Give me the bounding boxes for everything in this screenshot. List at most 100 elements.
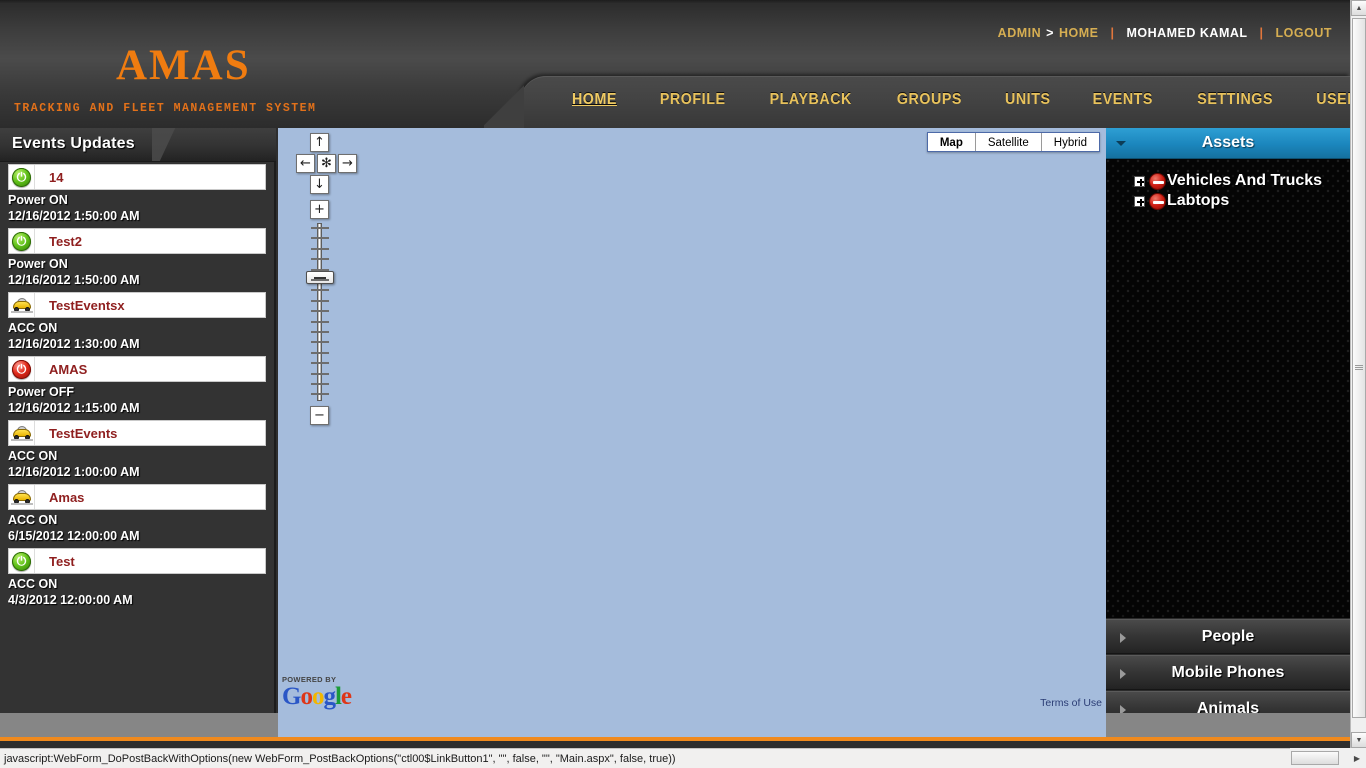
- event-entry: TestEvents ACC ON 12/16/2012 1:00:00 AM: [0, 420, 274, 482]
- brand-tagline: TRACKING AND FLEET MANAGEMENT SYSTEM: [14, 102, 317, 115]
- event-name: Amas: [49, 489, 85, 505]
- map-canvas[interactable]: Map Satellite Hybrid ↑ ← ✻ → ↓ + − POWER…: [278, 128, 1106, 713]
- vertical-scrollbar[interactable]: ▲ ▼: [1350, 0, 1366, 748]
- accordion-label: People: [1201, 627, 1255, 645]
- assets-panel-header[interactable]: Assets: [1106, 128, 1350, 159]
- main-nav-container: HOME PROFILE PLAYBACK GROUPS UNITS EVENT…: [484, 76, 1350, 128]
- event-time: 12/16/2012 1:50:00 AM: [8, 209, 140, 223]
- breadcrumb-home[interactable]: HOME: [1059, 26, 1099, 40]
- nav-item-units[interactable]: UNITS: [1005, 91, 1051, 110]
- zoom-slider-tick: [311, 247, 329, 250]
- events-updates-tab[interactable]: Events Updates: [0, 128, 276, 162]
- google-attribution: POWERED BY Google: [282, 675, 352, 709]
- event-entry: ⏻ Test2 Power ON 12/16/2012 1:50:00 AM: [0, 228, 274, 290]
- terms-of-use-link[interactable]: Terms of Use: [1040, 697, 1102, 709]
- browser-status-bar: javascript:WebForm_DoPostBackWithOptions…: [0, 748, 1366, 768]
- event-status: ACC ON: [8, 577, 58, 591]
- event-name: AMAS: [49, 361, 88, 377]
- nav-item-groups[interactable]: GROUPS: [897, 91, 962, 110]
- nav-item-users[interactable]: USERS: [1316, 91, 1350, 110]
- scroll-right-icon[interactable]: ▶: [1349, 751, 1365, 765]
- map-type-hybrid[interactable]: Hybrid: [1041, 133, 1099, 151]
- event-time: 12/16/2012 1:00:00 AM: [8, 465, 140, 479]
- nav-item-settings[interactable]: SETTINGS: [1197, 91, 1273, 110]
- breadcrumb-admin[interactable]: ADMIN: [998, 26, 1041, 40]
- zoom-in-button[interactable]: +: [310, 200, 329, 219]
- event-name: Test: [49, 553, 75, 569]
- list-item[interactable]: TestEvents: [8, 420, 266, 446]
- tree-item-labtops[interactable]: Labtops: [1106, 191, 1350, 211]
- list-item[interactable]: TestEventsx: [8, 292, 266, 318]
- events-updates-title: Events Updates: [12, 135, 135, 152]
- map-type-satellite[interactable]: Satellite: [975, 133, 1042, 151]
- pan-right-icon[interactable]: →: [338, 154, 357, 173]
- no-entry-icon: [1149, 192, 1166, 210]
- horizontal-scrollbar-thumb[interactable]: [1291, 751, 1339, 765]
- event-status: ACC ON: [8, 449, 58, 463]
- plus-icon[interactable]: [1134, 195, 1145, 207]
- event-name: TestEvents: [49, 425, 118, 441]
- car-icon: [9, 485, 35, 509]
- list-item[interactable]: ⏻ 14: [8, 164, 266, 190]
- nav-item-events[interactable]: EVENTS: [1093, 91, 1153, 110]
- assets-panel-title: Assets: [1201, 134, 1255, 151]
- horizontal-scrollbar[interactable]: ▶: [1290, 748, 1366, 768]
- zoom-slider-tick: [311, 331, 329, 333]
- pan-left-icon[interactable]: ←: [296, 154, 315, 173]
- event-entry: ⏻ 14 Power ON 12/16/2012 1:50:00 AM: [0, 164, 274, 226]
- power-off-icon: ⏻: [9, 357, 35, 381]
- zoom-slider-handle[interactable]: [306, 271, 334, 284]
- pan-up-icon[interactable]: ↑: [310, 133, 329, 152]
- vertical-scrollbar-thumb[interactable]: [1352, 18, 1366, 718]
- scroll-down-icon[interactable]: ▼: [1351, 732, 1366, 748]
- accordion-people[interactable]: People: [1106, 619, 1350, 654]
- event-time: 6/15/2012 12:00:00 AM: [8, 529, 140, 543]
- main-nav: HOME PROFILE PLAYBACK GROUPS UNITS EVENT…: [520, 77, 1350, 123]
- pan-middle-row: ← ✻ →: [296, 154, 357, 173]
- event-time: 12/16/2012 1:50:00 AM: [8, 273, 140, 287]
- scrollbar-grip-icon: [1355, 365, 1363, 371]
- status-bar-text: javascript:WebForm_DoPostBackWithOptions…: [4, 752, 676, 765]
- zoom-out-button[interactable]: −: [310, 406, 329, 425]
- event-name: Test2: [49, 233, 82, 249]
- power-on-icon: ⏻: [9, 165, 35, 189]
- accordion-mobile-phones[interactable]: Mobile Phones: [1106, 655, 1350, 690]
- plus-icon[interactable]: [1134, 175, 1145, 187]
- event-status: Power ON: [8, 193, 68, 207]
- assets-tree: Vehicles And Trucks Labtops: [1106, 159, 1350, 618]
- current-username: MOHAMED KAMAL: [1126, 26, 1248, 40]
- list-item[interactable]: Amas: [8, 484, 266, 510]
- nav-item-home[interactable]: HOME: [572, 91, 617, 110]
- event-entry: TestEventsx ACC ON 12/16/2012 1:30:00 AM: [0, 292, 274, 354]
- footer-dark-bar: [0, 741, 1350, 748]
- list-item[interactable]: ⏻ AMAS: [8, 356, 266, 382]
- zoom-slider-tick: [311, 372, 329, 375]
- nav-item-profile[interactable]: PROFILE: [660, 91, 726, 110]
- event-name: 14: [49, 169, 64, 185]
- events-updates-panel: Events Updates ⏻ 14 Power ON 12/16/2012 …: [0, 128, 276, 713]
- zoom-slider-tick: [311, 237, 329, 240]
- breadcrumb-arrow-icon: >: [1046, 26, 1054, 40]
- list-item[interactable]: ⏻ Test: [8, 548, 266, 574]
- userbar-separator-2: |: [1259, 26, 1264, 40]
- tree-item-vehicles-and-trucks[interactable]: Vehicles And Trucks: [1106, 171, 1350, 191]
- nav-item-playback[interactable]: PLAYBACK: [770, 91, 852, 110]
- event-entry: ⏻ Test ACC ON 4/3/2012 12:00:00 AM: [0, 548, 274, 610]
- assets-sidebar: Assets Vehicles And Trucks Labtops Peopl…: [1106, 128, 1350, 726]
- scroll-up-icon[interactable]: ▲: [1351, 0, 1366, 16]
- map-type-control: Map Satellite Hybrid: [926, 132, 1100, 152]
- event-time: 4/3/2012 12:00:00 AM: [8, 593, 133, 607]
- list-item[interactable]: ⏻ Test2: [8, 228, 266, 254]
- map-type-map[interactable]: Map: [927, 133, 976, 151]
- zoom-slider-tick: [311, 258, 329, 261]
- pan-center-icon[interactable]: ✻: [317, 154, 336, 173]
- no-entry-icon: [1149, 172, 1166, 190]
- pan-down-icon[interactable]: ↓: [310, 175, 329, 194]
- site-header: AMAS TRACKING AND FLEET MANAGEMENT SYSTE…: [0, 0, 1350, 128]
- event-time: 12/16/2012 1:15:00 AM: [8, 401, 140, 415]
- map-footer-continuation: [278, 713, 1106, 737]
- logout-link[interactable]: LOGOUT: [1276, 26, 1332, 40]
- zoom-slider-tick: [311, 299, 329, 302]
- user-bar: ADMIN > HOME | MOHAMED KAMAL | LOGOUT: [998, 26, 1332, 40]
- zoom-slider[interactable]: [306, 223, 334, 401]
